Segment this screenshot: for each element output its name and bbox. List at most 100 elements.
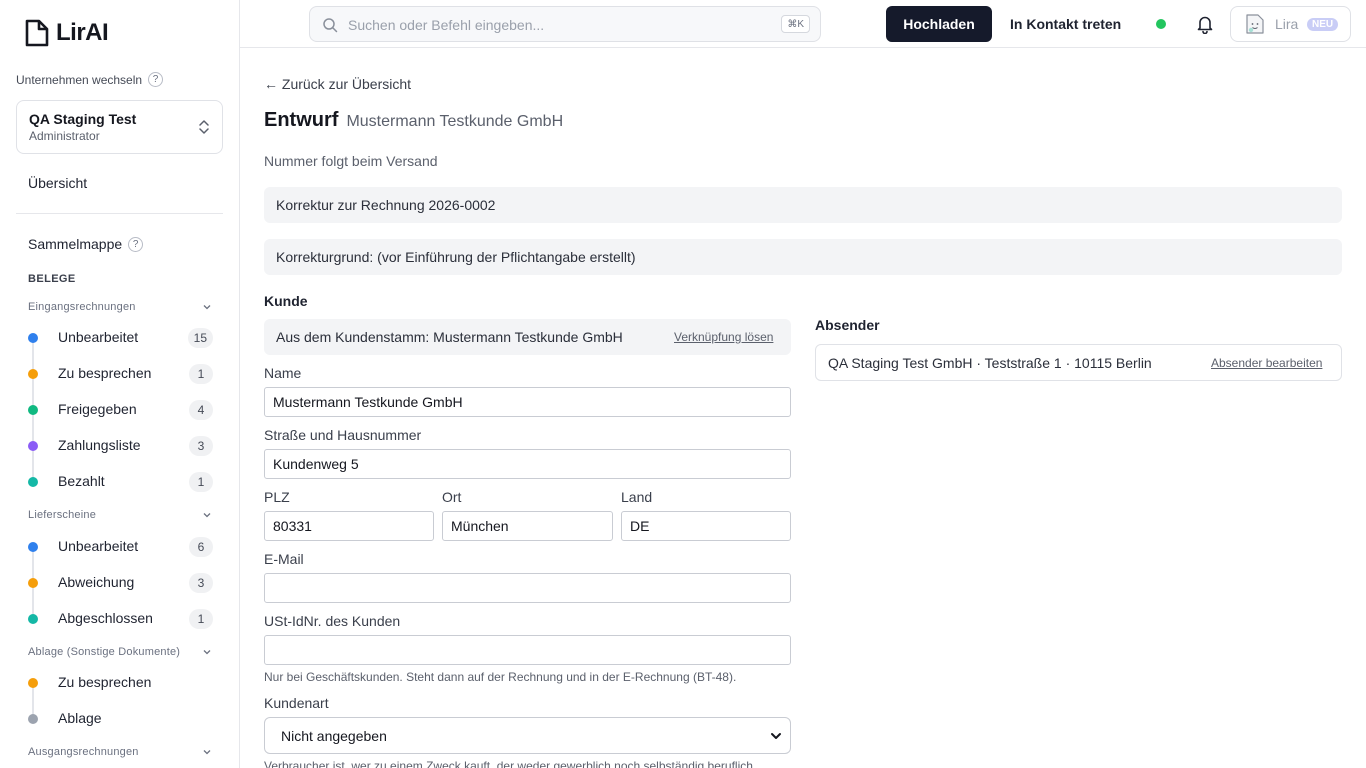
customer-name-field[interactable] [264, 387, 791, 417]
bell-icon[interactable] [1196, 14, 1214, 34]
group-title: Ausgangsrechnungen [28, 746, 139, 758]
help-icon[interactable]: ? [148, 72, 164, 87]
email-label: E-Mail [264, 551, 304, 567]
page-title-row: Entwurf Mustermann Testkunde GmbH [264, 109, 563, 132]
group-title: Eingangsrechnungen [28, 301, 136, 313]
status-dot [28, 369, 38, 379]
sender-section-title: Absender [815, 317, 880, 333]
brand-logo[interactable]: LirAI [24, 19, 109, 47]
nav-item-label: Ablage [58, 710, 102, 726]
status-dot [28, 333, 38, 343]
count-badge: 3 [189, 436, 213, 456]
nav-item-zu-besprechen[interactable]: Zu besprechen 1 [28, 362, 213, 386]
nav-item-zahlungsliste[interactable]: Zahlungsliste 3 [28, 434, 213, 458]
correction-reference: Korrektur zur Rechnung 2026-0002 [264, 187, 1342, 223]
brand-name: LirAI [56, 19, 109, 46]
nav-item-label: Bezahlt [58, 473, 105, 489]
nav-item-zu-besprechen[interactable]: Zu besprechen [28, 671, 213, 695]
nav-overview[interactable]: Übersicht [28, 175, 87, 191]
shortcut-hint: ⌘K [781, 15, 810, 33]
help-icon[interactable]: ? [128, 236, 144, 252]
group-title: Lieferscheine [28, 509, 97, 521]
online-status-indicator [1156, 19, 1166, 29]
street-field[interactable] [264, 449, 791, 479]
nav-item-abgeschlossen[interactable]: Abgeschlossen 1 [28, 607, 213, 631]
new-badge: NEU [1307, 18, 1339, 31]
vat-id-label: USt-IdNr. des Kunden [264, 613, 401, 629]
nav-item-unbearbeitet[interactable]: Unbearbeitet 15 [28, 326, 213, 350]
status-dot [28, 578, 38, 588]
chevron-down-icon [203, 305, 211, 310]
status-dot [28, 614, 38, 624]
group-title: Ablage (Sonstige Dokumente) [28, 646, 181, 658]
nav-item-label: Abweichung [58, 574, 135, 590]
company-switcher[interactable]: QA Staging Test Administrator [16, 100, 223, 154]
invoice-number-note: Nummer folgt beim Versand [264, 153, 438, 169]
search-icon [323, 18, 338, 33]
nav-item-unbearbeitet[interactable]: Unbearbeitet 6 [28, 535, 213, 559]
count-badge: 1 [189, 364, 213, 384]
correction-reason: Korrekturgrund: (vor Einführung der Pfli… [264, 239, 1342, 275]
company-switch-label: Unternehmen wechseln ? [16, 72, 164, 87]
vat-id-field[interactable] [264, 635, 791, 665]
search-input[interactable] [348, 15, 768, 35]
email-field[interactable] [264, 573, 791, 603]
status-dot [28, 441, 38, 451]
assistant-avatar-icon [1246, 14, 1264, 34]
city-field[interactable] [442, 511, 613, 541]
country-field[interactable] [621, 511, 791, 541]
document-logo-icon [25, 19, 49, 47]
sender-card: QA Staging Test GmbH · Teststraße 1 · 10… [815, 344, 1342, 381]
nav-item-label: Unbearbeitet [58, 329, 139, 345]
chevron-down-icon [203, 650, 211, 655]
count-badge: 15 [187, 328, 213, 348]
street-label: Straße und Hausnummer [264, 427, 422, 443]
customer-type-select[interactable]: Nicht angegeben [264, 717, 791, 754]
unlink-customer-link[interactable]: Verknüpfung lösen [674, 330, 773, 344]
sidebar: LirAI Unternehmen wechseln ? QA Staging … [0, 0, 240, 768]
group-lieferscheine[interactable]: Lieferscheine [28, 509, 212, 521]
chevron-down-icon [771, 733, 781, 739]
back-to-overview-link[interactable]: ← Zurück zur Übersicht [264, 76, 411, 92]
nav-item-label: Zu besprechen [58, 365, 152, 381]
nav-item-abweichung[interactable]: Abweichung 3 [28, 571, 213, 595]
company-switch-text: Unternehmen wechseln [16, 72, 143, 87]
contact-button[interactable]: In Kontakt treten [1010, 6, 1121, 42]
customer-type-label: Kundenart [264, 695, 329, 711]
customer-type-hint: Verbraucher ist, wer zu einem Zweck kauf… [264, 759, 753, 768]
section-title-belege: BELEGE [28, 273, 76, 285]
chevron-down-icon [203, 513, 211, 518]
customer-link-text: Aus dem Kundenstamm: Mustermann Testkund… [276, 329, 623, 345]
chevron-up-down-icon [199, 120, 209, 134]
name-label: Name [264, 365, 302, 381]
nav-item-bezahlt[interactable]: Bezahlt 1 [28, 470, 213, 494]
company-name: QA Staging Test [29, 111, 137, 127]
command-search[interactable]: ⌘K [309, 6, 821, 42]
sammelmappe-label: Sammelmappe [28, 236, 123, 252]
nav-item-ablage[interactable]: Ablage [28, 707, 213, 731]
count-badge: 3 [189, 573, 213, 593]
count-badge: 4 [189, 400, 213, 420]
group-eingangsrechnungen[interactable]: Eingangsrechnungen [28, 301, 212, 313]
upload-button[interactable]: Hochladen [886, 6, 992, 42]
zip-field[interactable] [264, 511, 434, 541]
nav-item-label: Freigegeben [58, 401, 137, 417]
status-dot [28, 678, 38, 688]
company-role: Administrator [29, 129, 100, 143]
count-badge: 1 [189, 609, 213, 629]
nav-item-freigegeben[interactable]: Freigegeben 4 [28, 398, 213, 422]
lira-assistant-button[interactable]: Lira NEU [1230, 6, 1351, 42]
assistant-label: Lira [1275, 16, 1299, 32]
nav-item-label: Abgeschlossen [58, 610, 153, 626]
top-header: ⌘K Hochladen In Kontakt treten Lira NEU [240, 0, 1366, 48]
group-ablage[interactable]: Ablage (Sonstige Dokumente) [28, 646, 212, 658]
nav-sammelmappe[interactable]: Sammelmappe ? [28, 236, 144, 252]
customer-section-title: Kunde [264, 293, 308, 309]
page-title: Entwurf [264, 109, 339, 131]
customer-master-link: Aus dem Kundenstamm: Mustermann Testkund… [264, 319, 791, 355]
city-label: Ort [442, 489, 462, 505]
edit-sender-link[interactable]: Absender bearbeiten [1211, 356, 1322, 370]
vat-id-hint: Nur bei Geschäftskunden. Steht dann auf … [264, 670, 737, 684]
group-ausgangsrechnungen[interactable]: Ausgangsrechnungen [28, 746, 212, 758]
country-label: Land [621, 489, 653, 505]
